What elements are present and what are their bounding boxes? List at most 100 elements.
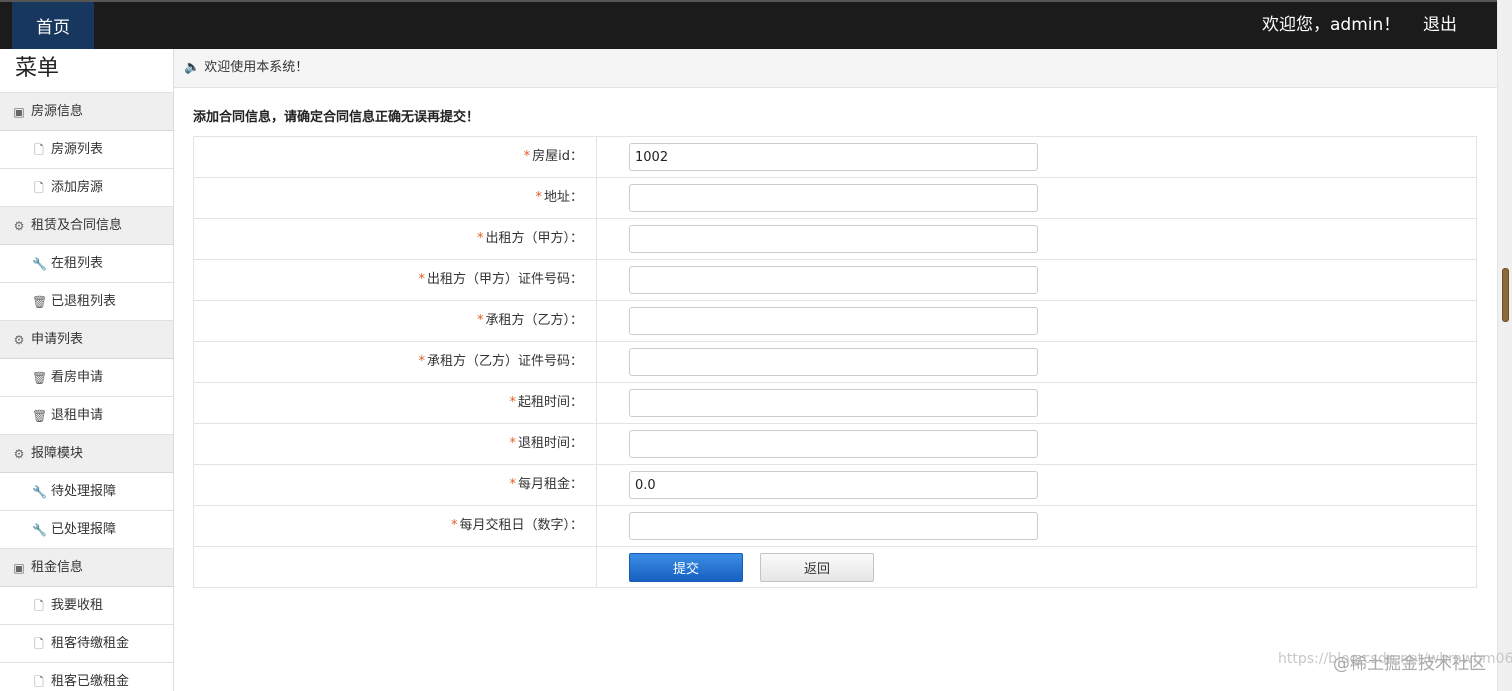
sidebar-item-house-list[interactable]: 🗋 房源列表 (0, 131, 173, 169)
sidebar-group-label: 报障模块 (31, 445, 84, 461)
house-id-input[interactable] (629, 143, 1038, 171)
file-icon: 🗋 (34, 636, 44, 651)
sidebar-item-label: 我要收租 (51, 597, 104, 613)
required-mark: * (509, 477, 516, 492)
sidebar-group-label: 申请列表 (31, 331, 84, 347)
field-label-text: 每月交租日（数字）： (459, 518, 583, 533)
field-label: * 每月租金： (194, 465, 597, 505)
file-icon: 🗋 (34, 674, 44, 689)
form-row: * 承租方（乙方）： (194, 301, 1476, 342)
sidebar-item-terminated-list[interactable]: 🗑 已退租列表 (0, 283, 173, 321)
required-mark: * (535, 190, 542, 205)
form-row: * 起租时间： (194, 383, 1476, 424)
sidebar-item-renting-list[interactable]: 🔧 在租列表 (0, 245, 173, 283)
sidebar-item-add-house[interactable]: 🗋 添加房源 (0, 169, 173, 207)
sidebar-item-resolved-repairs[interactable]: 🔧 已处理报障 (0, 511, 173, 549)
sidebar-item-label: 在租列表 (51, 255, 104, 271)
form-row: * 每月租金： (194, 465, 1476, 506)
required-mark: * (509, 395, 516, 410)
sidebar-item-paid-rent[interactable]: 🗋 租客已缴租金 (0, 663, 173, 691)
scrollbar-thumb[interactable] (1502, 268, 1509, 322)
field-label: * 承租方（乙方）： (194, 301, 597, 341)
welcome-text: 欢迎您，admin！ (1262, 15, 1401, 35)
start-date-input[interactable] (629, 389, 1038, 417)
id-card-icon: ▣ (13, 560, 25, 575)
form-row: * 承租方（乙方）证件号码： (194, 342, 1476, 383)
file-icon: 🗋 (34, 180, 44, 195)
field-label: * 地址： (194, 178, 597, 218)
sidebar-group-repairs[interactable]: ⚙ 报障模块 (0, 435, 173, 473)
back-button[interactable]: 返回 (760, 552, 874, 582)
sidebar-item-label: 租客已缴租金 (51, 673, 130, 689)
gear-icon: ⚙ (13, 218, 25, 233)
field-label: * 出租方（甲方）： (194, 219, 597, 259)
field-label-text: 每月租金： (517, 477, 583, 492)
sidebar-group-label: 租金信息 (31, 559, 84, 575)
field-label: * 起租时间： (194, 383, 597, 423)
form-row: * 出租方（甲方）证件号码： (194, 260, 1476, 301)
sidebar-item-label: 退租申请 (51, 407, 104, 423)
contract-form: *房屋id： *地址： *出租方（甲方）： *出租方（甲方）证件号码： *承租方… (193, 136, 1477, 588)
lessor-id-number-input[interactable] (629, 266, 1038, 294)
sidebar-item-viewing-requests[interactable]: 🗑 看房申请 (0, 359, 173, 397)
sidebar-menu: 菜单 ▣ 房源信息 🗋 房源列表 🗋 添加房源 ⚙ 租赁及合同信息 🔧 在租列表… (0, 49, 174, 691)
field-label: * 每月交租日（数字）： (194, 506, 597, 546)
sidebar-item-label: 添加房源 (51, 179, 104, 195)
sidebar-item-label: 看房申请 (51, 369, 104, 385)
required-mark: * (476, 313, 484, 328)
sidebar-item-pending-repairs[interactable]: 🔧 待处理报障 (0, 473, 173, 511)
required-mark: * (418, 354, 425, 369)
required-mark: * (450, 518, 458, 533)
menu-title: 菜单 (0, 49, 173, 93)
field-label-text: 退租时间： (517, 436, 583, 451)
wrench-icon: 🔧 (32, 484, 47, 499)
home-tab[interactable]: 首页 (12, 2, 94, 49)
sidebar-group-label: 租赁及合同信息 (31, 217, 123, 233)
field-label-text: 出租方（甲方）证件号码： (426, 272, 583, 287)
main-content: 🔈 欢迎使用本系统！ 添加合同信息，请确定合同信息正确无误再提交！ * 房屋id： … (174, 49, 1497, 691)
field-label-text: 房屋id： (532, 149, 583, 164)
required-mark: * (418, 272, 425, 287)
end-date-input[interactable] (629, 430, 1038, 458)
vertical-scrollbar[interactable] (1497, 0, 1512, 691)
monthly-rent-input[interactable] (629, 471, 1038, 499)
top-navbar: 首页 欢迎您，admin！ 退出 (0, 0, 1497, 49)
form-row: * 房屋id： (194, 137, 1476, 178)
sidebar-group-lease[interactable]: ⚙ 租赁及合同信息 (0, 207, 173, 245)
empty-label-cell (194, 547, 597, 587)
sidebar-item-label: 房源列表 (51, 141, 104, 157)
sidebar-item-unpaid-rent[interactable]: 🗋 租客待缴租金 (0, 625, 173, 663)
sidebar-group-applications[interactable]: ⚙ 申请列表 (0, 321, 173, 359)
field-label-text: 承租方（乙方）证件号码： (426, 354, 583, 369)
sidebar-group-label: 房源信息 (31, 103, 84, 119)
field-label: * 出租方（甲方）证件号码： (194, 260, 597, 300)
lessee-input[interactable] (629, 307, 1038, 335)
speaker-icon: 🔈 (184, 60, 201, 75)
required-mark: * (523, 149, 531, 164)
wrench-icon: 🔧 (32, 256, 47, 271)
field-label: * 承租方（乙方）证件号码： (194, 342, 597, 382)
file-icon: 🗋 (34, 598, 44, 613)
required-mark: * (476, 231, 484, 246)
sidebar-item-collect-rent[interactable]: 🗋 我要收租 (0, 587, 173, 625)
gear-icon: ⚙ (13, 332, 25, 347)
address-input[interactable] (629, 184, 1038, 212)
submit-button[interactable]: 提交 (629, 552, 743, 582)
form-row: * 退租时间： (194, 424, 1476, 465)
field-label-text: 出租方（甲方）： (485, 231, 583, 246)
rent-day-input[interactable] (629, 512, 1038, 540)
trash-icon: 🗑 (32, 370, 48, 385)
lessor-input[interactable] (629, 225, 1038, 253)
watermark-brand: @稀土掘金技术社区 (1333, 654, 1486, 674)
sidebar-group-housing[interactable]: ▣ 房源信息 (0, 93, 173, 131)
form-row: * 出租方（甲方）： (194, 219, 1476, 260)
sidebar-item-termination-requests[interactable]: 🗑 退租申请 (0, 397, 173, 435)
field-label-text: 起租时间： (517, 395, 583, 410)
logout-link[interactable]: 退出 (1423, 2, 1457, 49)
sidebar-group-rent[interactable]: ▣ 租金信息 (0, 549, 173, 587)
form-row: * 地址： (194, 178, 1476, 219)
sidebar-item-label: 租客待缴租金 (51, 635, 130, 651)
gear-icon: ⚙ (13, 446, 25, 461)
lessee-id-number-input[interactable] (629, 348, 1038, 376)
form-title: 添加合同信息，请确定合同信息正确无误再提交！ (193, 110, 480, 125)
